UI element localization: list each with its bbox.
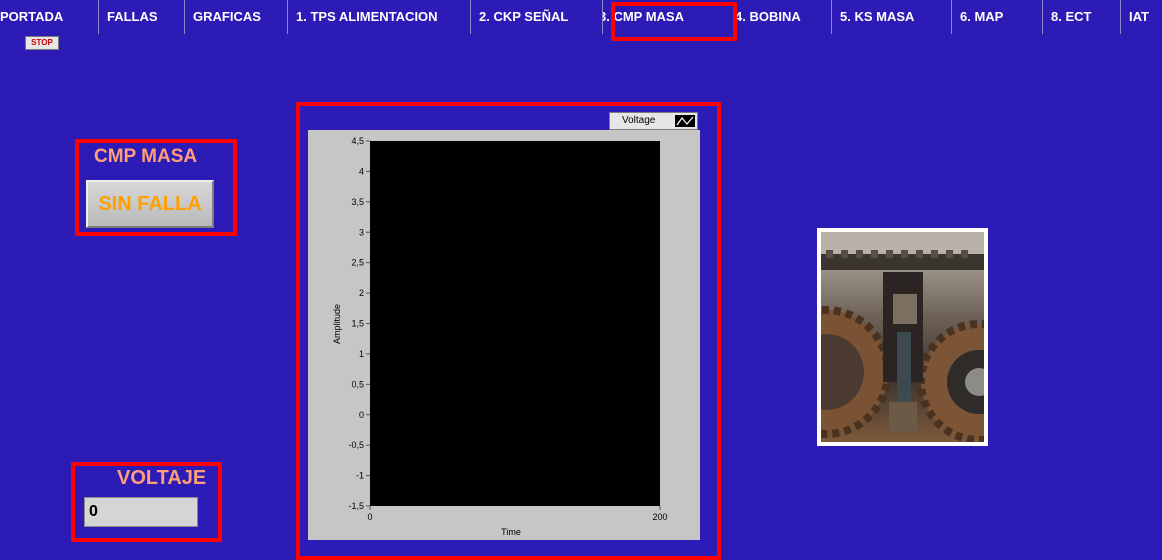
y-tick-label: 2,5 bbox=[351, 258, 364, 268]
tab-fallas[interactable]: FALLAS bbox=[98, 0, 184, 34]
tab-ks-masa[interactable]: 5. KS MASA bbox=[831, 0, 951, 34]
tab-bar: PORTADA FALLAS GRAFICAS 1. TPS ALIMENTAC… bbox=[0, 0, 1162, 36]
y-tick-label: 1,5 bbox=[351, 319, 364, 329]
legend-label: Voltage bbox=[622, 115, 656, 126]
y-tick-label: -1 bbox=[356, 471, 364, 481]
chart-legend[interactable]: Voltage bbox=[609, 112, 698, 130]
tab-portada[interactable]: PORTADA bbox=[0, 0, 98, 34]
voltage-indicator: 0 bbox=[84, 497, 198, 527]
engine-gear-photo bbox=[821, 232, 984, 442]
engine-photo-frame bbox=[817, 228, 988, 446]
x-axis-label: Time bbox=[501, 527, 521, 537]
x-tick-label: 0 bbox=[367, 512, 372, 522]
tab-iat[interactable]: IAT bbox=[1120, 0, 1162, 34]
y-tick-label: 0,5 bbox=[351, 379, 364, 389]
waveform-chart: 4,5 4 3,5 3 2,5 2 1,5 1 0,5 0 -0,5 -1 -1,5 0 200 Ampl… bbox=[308, 130, 700, 540]
sensor-title: CMP MASA bbox=[94, 146, 198, 167]
stop-button[interactable]: STOP bbox=[25, 36, 59, 50]
tab-ckp-senal[interactable]: 2. CKP SEÑAL bbox=[470, 0, 602, 34]
y-tick-label: -0,5 bbox=[348, 440, 364, 450]
active-tab-highlight bbox=[611, 2, 737, 41]
x-tick-label: 200 bbox=[652, 512, 667, 522]
tab-map[interactable]: 6. MAP bbox=[951, 0, 1042, 34]
y-axis-label: Amplitude bbox=[332, 304, 342, 344]
y-tick-label: 0 bbox=[359, 410, 364, 420]
tab-bobina[interactable]: 4. BOBINA bbox=[733, 0, 831, 34]
y-tick-label: 4,5 bbox=[351, 136, 364, 146]
tab-tps-alimentacion[interactable]: 1. TPS ALIMENTACION bbox=[287, 0, 470, 34]
y-tick-label: -1,5 bbox=[348, 501, 364, 511]
tab-ect[interactable]: 8. ECT bbox=[1042, 0, 1120, 34]
tab-graficas[interactable]: GRAFICAS bbox=[184, 0, 287, 34]
voltage-title: VOLTAJE bbox=[117, 467, 207, 489]
y-tick-label: 1 bbox=[359, 349, 364, 359]
chart-canvas: 4,5 4 3,5 3 2,5 2 1,5 1 0,5 0 -0,5 -1 -1,5 0 200 Ampl… bbox=[332, 136, 668, 537]
y-tick-label: 3,5 bbox=[351, 197, 364, 207]
y-tick-label: 4 bbox=[359, 166, 364, 176]
plot-area bbox=[370, 141, 660, 506]
y-tick-label: 3 bbox=[359, 227, 364, 237]
y-tick-label: 2 bbox=[359, 288, 364, 298]
status-indicator[interactable]: SIN FALLA bbox=[86, 180, 214, 228]
legend-swatch bbox=[675, 115, 695, 127]
